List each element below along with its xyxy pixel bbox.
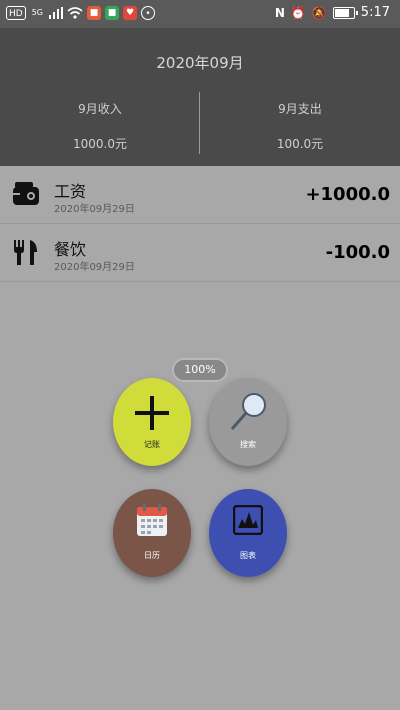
nfc-icon: N [274, 5, 285, 20]
zoom-indicator: 100% [172, 358, 228, 382]
wallet-icon [13, 182, 39, 205]
month-summary: 2020年09月 9月收入 1000.0元 9月支出 100.0元 [0, 28, 400, 166]
wifi-icon [67, 7, 83, 19]
app-icon: • [141, 6, 155, 20]
add-record-label: 记账 [144, 440, 160, 449]
network-badge: 5G [31, 8, 43, 17]
plus-icon [135, 396, 169, 430]
chart-button[interactable]: 图表 [209, 489, 287, 577]
search-icon [230, 393, 266, 430]
status-bar: HD 5G ■ ■ ♥ • N ⏰ 🔕 5:17 [0, 0, 400, 28]
status-left: HD 5G ■ ■ ♥ • [6, 6, 155, 20]
app-badge-icon: ■ [87, 6, 101, 20]
search-label: 搜索 [240, 440, 256, 449]
battery-icon [332, 6, 358, 19]
record-list: 工资 2020年09月29日 +1000.0 餐饮 2020年09月29日 -1… [0, 166, 400, 282]
mute-icon: 🔕 [311, 5, 327, 20]
income-summary: 9月收入 1000.0元 [0, 100, 200, 152]
income-value: 1000.0元 [73, 137, 127, 151]
status-right: N ⏰ 🔕 5:17 [275, 5, 390, 20]
record-title: 餐饮 [54, 240, 87, 259]
record-amount: +1000.0 [305, 184, 390, 205]
chart-label: 图表 [240, 551, 256, 560]
record-title: 工资 [54, 182, 87, 201]
signal-icon [49, 7, 63, 19]
record-date: 2020年09月29日 [54, 204, 135, 215]
calendar-label: 日历 [144, 551, 160, 560]
alarm-icon: ⏰ [290, 5, 306, 20]
list-item[interactable]: 工资 2020年09月29日 +1000.0 [0, 166, 400, 224]
record-date: 2020年09月29日 [54, 262, 135, 273]
chart-icon [233, 505, 263, 535]
app-badge-icon: ■ [105, 6, 119, 20]
calendar-button[interactable]: 日历 [113, 489, 191, 577]
hd-badge: HD [6, 6, 26, 20]
month-title[interactable]: 2020年09月 [0, 52, 400, 73]
search-button[interactable]: 搜索 [209, 378, 287, 466]
expense-value: 100.0元 [276, 137, 324, 151]
record-amount: -100.0 [325, 242, 390, 263]
heart-icon: ♥ [123, 6, 137, 20]
dining-icon [14, 240, 37, 265]
expense-summary: 9月支出 100.0元 [200, 100, 400, 152]
add-record-button[interactable]: 记账 [113, 378, 191, 466]
list-item[interactable]: 餐饮 2020年09月29日 -100.0 [0, 224, 400, 282]
calendar-icon [137, 503, 167, 536]
clock: 5:17 [360, 5, 390, 20]
income-label: 9月收入 [78, 102, 122, 116]
expense-label: 9月支出 [278, 102, 322, 116]
